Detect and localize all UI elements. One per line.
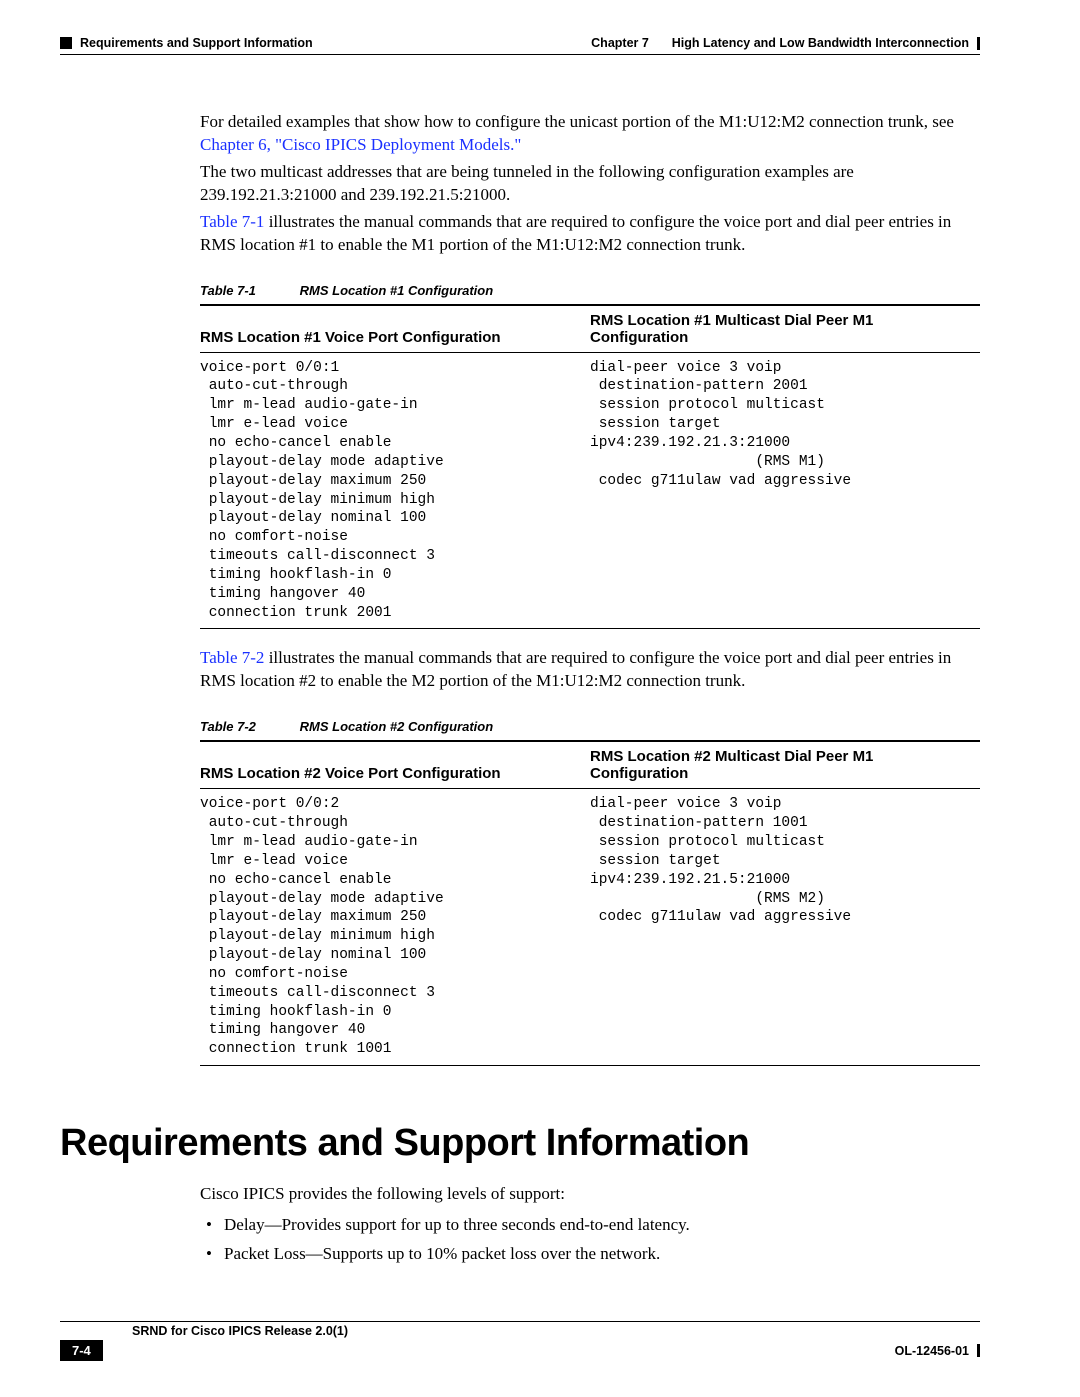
table-1-number: Table 7-1 — [200, 283, 296, 298]
table-2-col2-body: dial-peer voice 3 voip destination-patte… — [590, 789, 980, 1066]
paragraph-3: Table 7-1 illustrates the manual command… — [200, 211, 980, 257]
table-2-col1-header: RMS Location #2 Voice Port Configuration — [200, 741, 590, 789]
table-2-col2-header: RMS Location #2 Multicast Dial Peer M1 C… — [590, 741, 980, 789]
header-section-breadcrumb: Requirements and Support Information — [80, 36, 313, 50]
list-item: Delay—Provides support for up to three s… — [224, 1214, 980, 1237]
page-footer: SRND for Cisco IPICS Release 2.0(1) 7-4 … — [60, 1321, 980, 1361]
footer-doc-title: SRND for Cisco IPICS Release 2.0(1) — [60, 1324, 348, 1338]
link-chapter-6[interactable]: Chapter 6, "Cisco IPICS Deployment Model… — [200, 135, 521, 154]
paragraph-4b: illustrates the manual commands that are… — [200, 648, 951, 690]
table-2: RMS Location #2 Voice Port Configuration… — [200, 740, 980, 1066]
paragraph-3b: illustrates the manual commands that are… — [200, 212, 951, 254]
section-heading: Requirements and Support Information — [60, 1122, 980, 1165]
paragraph-1a: For detailed examples that show how to c… — [200, 112, 954, 131]
table-1: RMS Location #1 Voice Port Configuration… — [200, 304, 980, 630]
page-header: Requirements and Support Information Cha… — [60, 36, 980, 50]
table-2-caption: Table 7-2 RMS Location #2 Configuration — [200, 719, 980, 734]
table-1-caption: Table 7-1 RMS Location #1 Configuration — [200, 283, 980, 298]
table-2-number: Table 7-2 — [200, 719, 296, 734]
footer-divider-icon — [977, 1344, 980, 1357]
paragraph-4: Table 7-2 illustrates the manual command… — [200, 647, 980, 693]
table-row: voice-port 0/0:2 auto-cut-through lmr m-… — [200, 789, 980, 1066]
header-divider-icon — [977, 37, 980, 50]
table-2-col1-body: voice-port 0/0:2 auto-cut-through lmr m-… — [200, 789, 590, 1066]
table-1-title: RMS Location #1 Configuration — [300, 283, 494, 298]
table-1-col2-body: dial-peer voice 3 voip destination-patte… — [590, 352, 980, 629]
header-chapter-title: High Latency and Low Bandwidth Interconn… — [672, 36, 969, 50]
footer-rule — [60, 1321, 980, 1322]
list-item: Packet Loss—Supports up to 10% packet lo… — [224, 1243, 980, 1266]
main-content: For detailed examples that show how to c… — [60, 55, 980, 1266]
table-row: voice-port 0/0:1 auto-cut-through lmr m-… — [200, 352, 980, 629]
header-square-icon — [60, 37, 72, 49]
header-chapter-ref: Chapter 7 — [591, 36, 649, 50]
table-2-title: RMS Location #2 Configuration — [300, 719, 494, 734]
footer-doc-number: OL-12456-01 — [895, 1344, 969, 1358]
paragraph-5: Cisco IPICS provides the following level… — [200, 1183, 980, 1206]
table-1-col1-header: RMS Location #1 Voice Port Configuration — [200, 305, 590, 353]
paragraph-2: The two multicast addresses that are bei… — [200, 161, 980, 207]
support-list: Delay—Provides support for up to three s… — [200, 1214, 980, 1266]
table-1-col1-body: voice-port 0/0:1 auto-cut-through lmr m-… — [200, 352, 590, 629]
paragraph-1: For detailed examples that show how to c… — [200, 111, 980, 157]
table-1-col2-header: RMS Location #1 Multicast Dial Peer M1 C… — [590, 305, 980, 353]
link-table-7-1[interactable]: Table 7-1 — [200, 212, 264, 231]
link-table-7-2[interactable]: Table 7-2 — [200, 648, 264, 667]
page-number-badge: 7-4 — [60, 1340, 103, 1361]
